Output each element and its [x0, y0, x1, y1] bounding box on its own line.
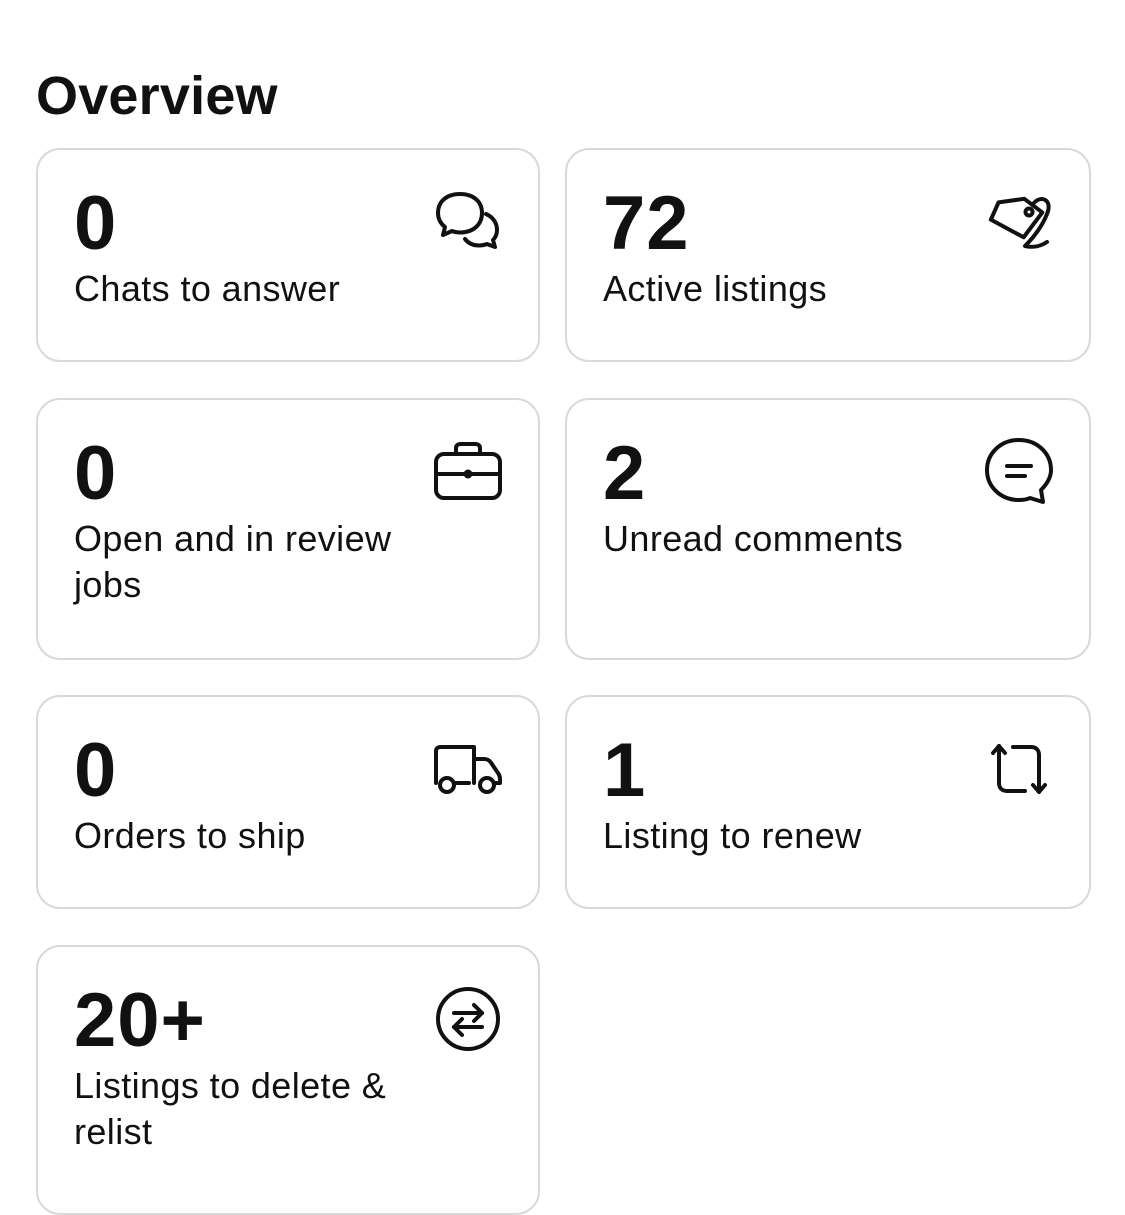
- tag-icon: [983, 186, 1055, 258]
- card-delete-and-relist[interactable]: 20+ Listings to delete & relist: [36, 945, 540, 1215]
- comments-count: 2: [603, 431, 647, 516]
- relist-count: 20+: [74, 978, 206, 1063]
- chat-bubbles-icon: [432, 186, 504, 258]
- active-listings-label: Active listings: [603, 268, 828, 309]
- relist-label: Listings to delete & relist: [74, 1065, 387, 1152]
- orders-label: Orders to ship: [74, 815, 306, 856]
- card-chats-to-answer[interactable]: 0 Chats to answer: [36, 148, 540, 362]
- jobs-count: 0: [74, 431, 118, 516]
- chats-count: 0: [74, 181, 118, 266]
- comments-label: Unread comments: [603, 518, 904, 559]
- comment-icon: [983, 436, 1055, 508]
- swap-arrows-icon: [432, 983, 504, 1055]
- renew-icon: [983, 733, 1055, 805]
- card-listing-to-renew[interactable]: 1 Listing to renew: [565, 695, 1091, 909]
- renew-count: 1: [603, 728, 647, 813]
- page-title: Overview: [36, 66, 278, 126]
- truck-icon: [432, 733, 504, 805]
- card-orders-to-ship[interactable]: 0 Orders to ship: [36, 695, 540, 909]
- card-active-listings[interactable]: 72 Active listings: [565, 148, 1091, 362]
- active-listings-count: 72: [603, 181, 690, 266]
- orders-count: 0: [74, 728, 118, 813]
- card-open-jobs[interactable]: 0 Open and in review jobs: [36, 398, 540, 660]
- chats-label: Chats to answer: [74, 268, 341, 309]
- jobs-label: Open and in review jobs: [74, 518, 392, 605]
- card-unread-comments[interactable]: 2 Unread comments: [565, 398, 1091, 660]
- renew-label: Listing to renew: [603, 815, 862, 856]
- briefcase-icon: [432, 436, 504, 508]
